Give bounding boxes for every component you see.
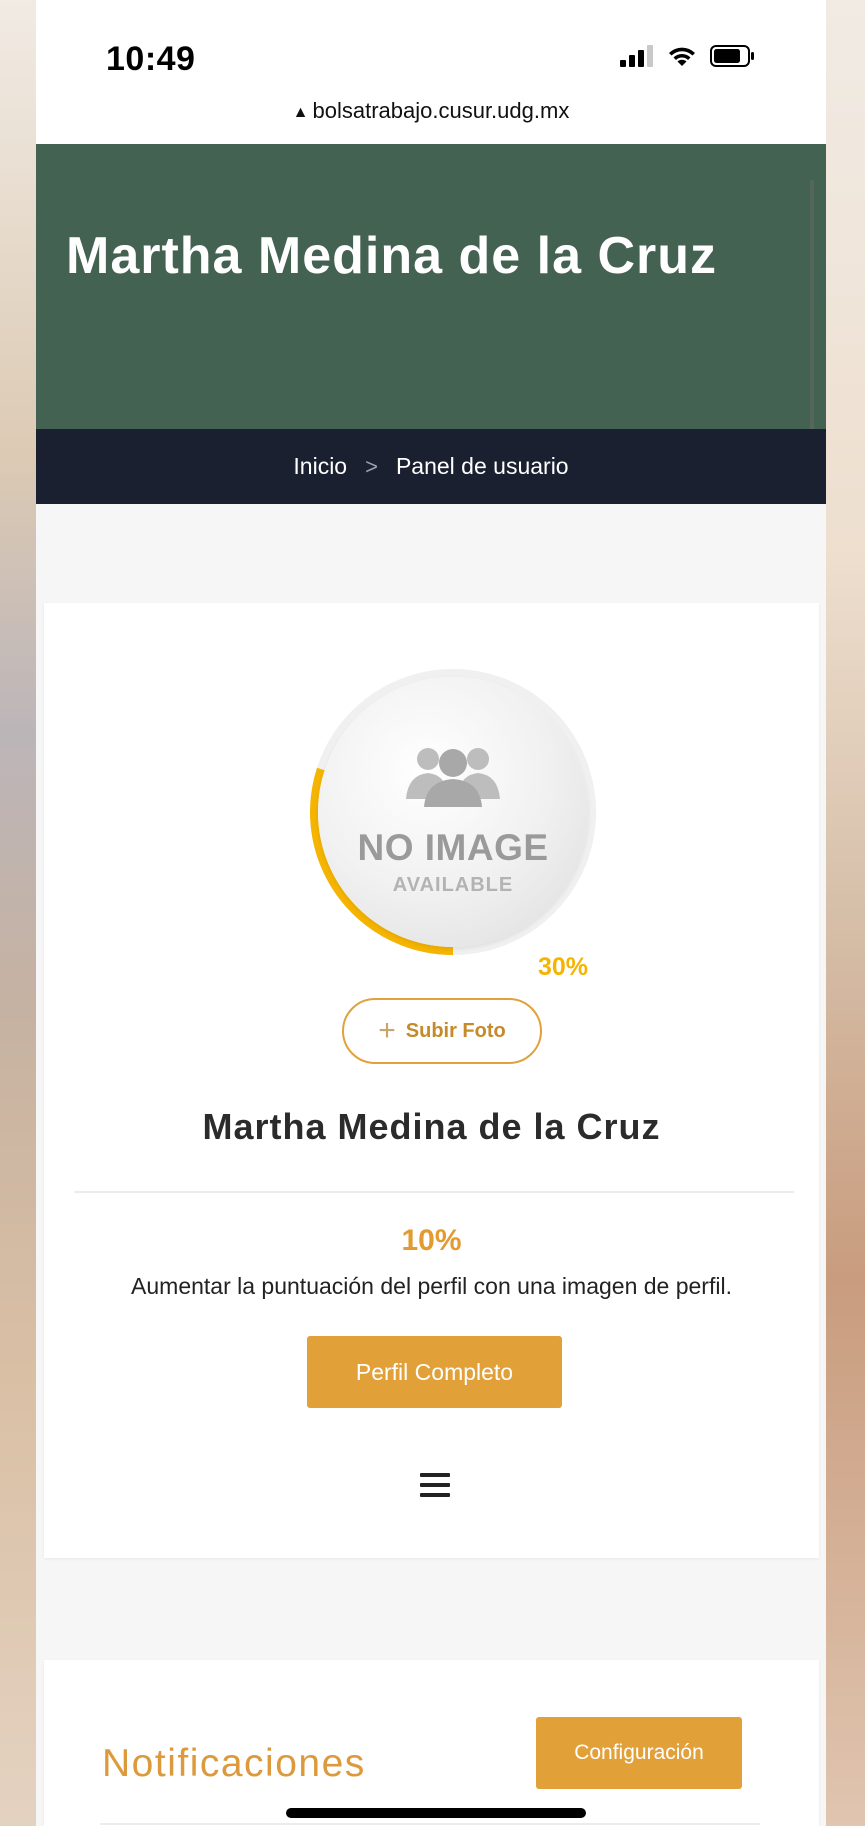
upload-photo-label: Subir Foto	[405, 1019, 506, 1042]
divider	[74, 1191, 794, 1193]
breadcrumb-current: Panel de usuario	[395, 453, 569, 479]
profile-card: NO IMAGE AVAILABLE 30% + Subir Foto Mart…	[44, 603, 819, 1558]
divider	[100, 1823, 760, 1825]
cellular-signal-icon	[620, 45, 653, 67]
status-icons	[620, 44, 756, 68]
breadcrumb-separator: >	[365, 453, 378, 479]
hamburger-menu-icon[interactable]	[420, 1473, 450, 1497]
page-header: Martha Medina de la Cruz	[36, 144, 826, 429]
avatar-placeholder: NO IMAGE AVAILABLE	[318, 677, 588, 947]
upload-photo-button[interactable]: + Subir Foto	[342, 998, 542, 1064]
profile-name: Martha Medina de la Cruz	[202, 1106, 661, 1147]
breadcrumb-home-link[interactable]: Inicio	[293, 453, 347, 480]
battery-icon	[710, 45, 754, 67]
page-title: Martha Medina de la Cruz	[66, 227, 717, 285]
url-text: bolsatrabajo.cusur.udg.mx	[312, 98, 570, 123]
settings-button[interactable]: Configuración	[536, 1717, 742, 1789]
phone-screen: 10:49 ▲ bolsatrabajo.cusur.udg.mx Martha…	[36, 0, 826, 1826]
wifi-icon	[669, 47, 695, 66]
breadcrumb: Inicio > Panel de usuario	[36, 429, 826, 504]
available-text: AVAILABLE	[392, 874, 514, 896]
profile-progress-label: 30%	[538, 953, 589, 981]
notifications-card: Notificaciones Configuración	[44, 1660, 819, 1826]
address-bar[interactable]: ▲ bolsatrabajo.cusur.udg.mx	[36, 98, 826, 124]
background-right	[825, 0, 865, 1826]
status-time: 10:49	[106, 40, 196, 78]
notifications-title: Notificaciones	[102, 1742, 366, 1785]
people-icon	[406, 748, 500, 807]
background-left	[0, 0, 36, 1826]
lock-icon: ▲	[292, 104, 309, 121]
profile-score-message: Aumentar la puntuación del perfil con un…	[131, 1273, 732, 1299]
plus-icon: +	[378, 1014, 396, 1047]
home-indicator[interactable]	[286, 1808, 586, 1818]
avatar: NO IMAGE AVAILABLE	[308, 667, 598, 957]
no-image-text: NO IMAGE	[357, 827, 549, 868]
complete-profile-button[interactable]: Perfil Completo	[307, 1336, 562, 1408]
profile-score-percent: 10%	[401, 1224, 462, 1257]
status-bar: 10:49 ▲ bolsatrabajo.cusur.udg.mx	[36, 0, 826, 123]
